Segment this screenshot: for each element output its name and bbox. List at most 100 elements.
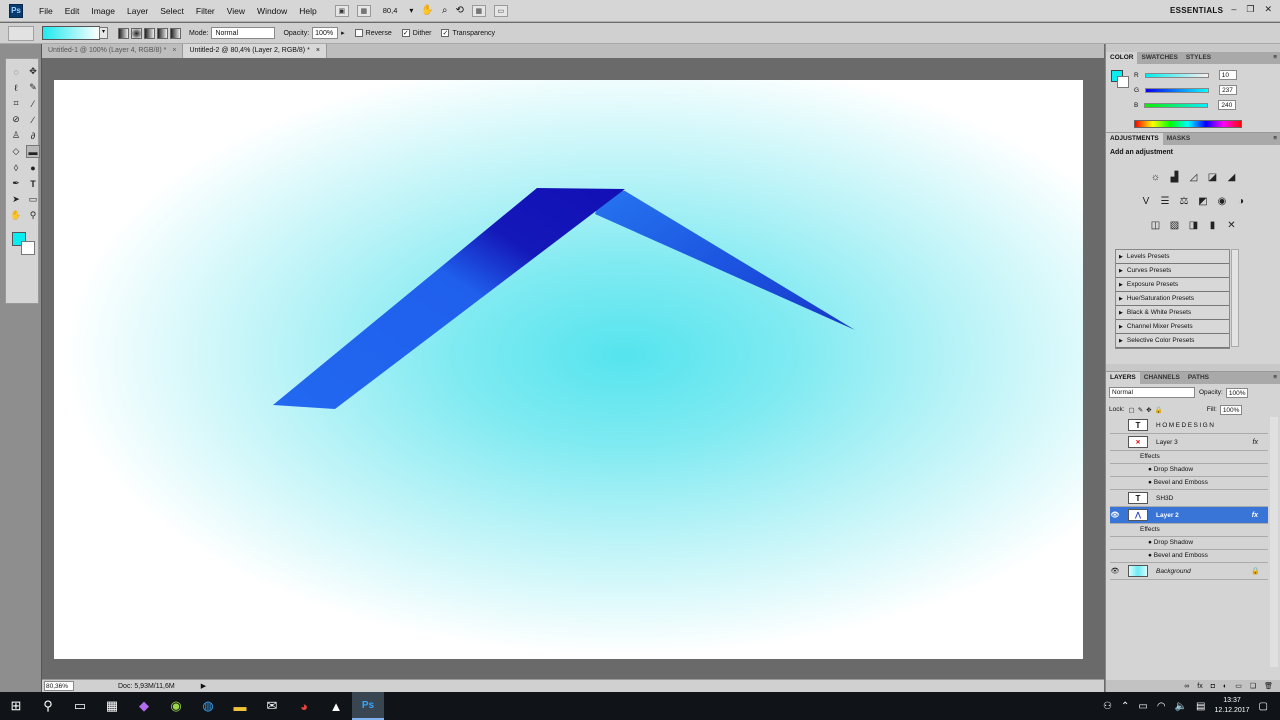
crop-tool-icon[interactable]: ⌗: [9, 97, 23, 110]
linear-gradient-icon[interactable]: [118, 27, 129, 39]
maps-icon[interactable]: ◆: [128, 692, 160, 720]
vibrance-icon[interactable]: V: [1139, 194, 1153, 208]
status-menu-icon[interactable]: ▶: [201, 682, 206, 690]
new-group-icon[interactable]: ▭: [1235, 682, 1242, 690]
transparency-option[interactable]: ✓ Transparency: [441, 29, 495, 37]
fill-input[interactable]: 100%: [1219, 404, 1242, 415]
layer-2[interactable]: 👁 ⋀ Layer 2 fx: [1110, 507, 1268, 524]
add-mask-icon[interactable]: ◘: [1211, 683, 1215, 690]
roof-left-shape[interactable]: [273, 188, 625, 409]
tab-swatches[interactable]: SWATCHES: [1137, 52, 1181, 64]
layer-opacity-input[interactable]: 100%: [1225, 387, 1248, 398]
workspace-switcher[interactable]: ESSENTIALS: [1170, 6, 1223, 15]
preset-scrollbar[interactable]: [1231, 249, 1239, 347]
close-tab-icon[interactable]: ×: [316, 47, 320, 54]
task-view-icon[interactable]: ▭: [64, 692, 96, 720]
battery-icon[interactable]: ▭: [1138, 701, 1147, 712]
chrome-icon[interactable]: ◕: [288, 692, 320, 720]
link-layers-icon[interactable]: ∞: [1184, 683, 1189, 690]
channel-mixer-icon[interactable]: ◑: [1234, 194, 1248, 208]
opacity-arrow-icon[interactable]: ▸: [341, 29, 345, 37]
clock[interactable]: 13:37 12.12.2017: [1215, 696, 1250, 716]
pen-tool-icon[interactable]: ✒: [9, 177, 23, 190]
file-explorer-icon[interactable]: ▬: [224, 692, 256, 720]
shape-tool-icon[interactable]: ▭: [26, 193, 40, 206]
tab-color[interactable]: COLOR: [1106, 52, 1138, 64]
layer-background[interactable]: 👁 Background 🔒: [1110, 563, 1268, 580]
dodge-tool-icon[interactable]: ●: [26, 161, 40, 174]
fx-icon[interactable]: fx: [1252, 512, 1258, 519]
gradient-editor-swatch[interactable]: ▾: [42, 26, 108, 40]
volume-icon[interactable]: 🔈: [1175, 701, 1187, 712]
tab-channels[interactable]: CHANNELS: [1140, 372, 1184, 384]
roof-right-shape[interactable]: [595, 189, 855, 330]
tab-masks[interactable]: MASKS: [1163, 133, 1194, 145]
menu-image[interactable]: Image: [85, 6, 121, 16]
diamond-gradient-icon[interactable]: [170, 27, 181, 39]
visibility-eye-icon[interactable]: 👁: [1110, 511, 1120, 519]
brightness-contrast-icon[interactable]: ☼: [1149, 170, 1163, 184]
tab-untitled-1[interactable]: Untitled-1 @ 100% (Layer 4, RGB/8) * ×: [42, 44, 184, 58]
red-value[interactable]: 10: [1218, 70, 1237, 80]
menu-view[interactable]: View: [221, 6, 251, 16]
effects-group[interactable]: Effects: [1110, 524, 1268, 537]
gradient-dropdown-icon[interactable]: ▾: [99, 27, 108, 39]
mail-icon[interactable]: ✉: [256, 692, 288, 720]
notifications-icon[interactable]: ▢: [1259, 701, 1268, 712]
status-zoom-field[interactable]: 80,36%: [44, 681, 74, 691]
selective-color-icon[interactable]: ✕: [1225, 218, 1239, 232]
preset-black-white[interactable]: ▶ Black & White Presets: [1116, 306, 1229, 320]
reverse-checkbox[interactable]: [354, 29, 363, 37]
gradient-map-icon[interactable]: ▮: [1206, 218, 1220, 232]
delete-layer-icon[interactable]: 🗑: [1264, 682, 1273, 690]
menu-help[interactable]: Help: [293, 6, 322, 16]
quick-select-tool-icon[interactable]: ✎: [26, 81, 40, 94]
gradient-tool-icon[interactable]: ▬: [26, 145, 40, 158]
path-selection-tool-icon[interactable]: ➤: [9, 193, 23, 206]
layers-scrollbar[interactable]: [1270, 417, 1278, 667]
invert-icon[interactable]: ◫: [1149, 218, 1163, 232]
calculator-icon[interactable]: ▦: [96, 692, 128, 720]
visibility-eye-icon[interactable]: 👁: [1110, 567, 1120, 575]
rotate-view-icon[interactable]: ⟲: [455, 5, 463, 16]
zoom-level[interactable]: 80,4: [379, 6, 402, 15]
new-adjustment-icon[interactable]: ◐: [1223, 683, 1227, 690]
photoshop-logo-icon[interactable]: Ps: [9, 3, 23, 18]
menu-window[interactable]: Window: [251, 6, 293, 16]
photoshop-icon[interactable]: Ps: [352, 692, 384, 720]
blue-value[interactable]: 240: [1218, 100, 1237, 110]
effect-bevel-emboss[interactable]: ● Bevel and Emboss: [1110, 477, 1268, 490]
language-icon[interactable]: ▤: [1196, 701, 1205, 712]
tool-preset-picker[interactable]: [8, 25, 34, 41]
tab-adjustments[interactable]: ADJUSTMENTS: [1106, 133, 1163, 145]
type-tool-icon[interactable]: T: [26, 177, 40, 190]
lock-image-icon[interactable]: ✎: [1138, 406, 1143, 414]
posterize-icon[interactable]: ▨: [1168, 218, 1182, 232]
show-hidden-icon[interactable]: ⌃: [1121, 701, 1129, 712]
eyedropper-tool-icon[interactable]: ⁄: [26, 97, 40, 110]
angle-gradient-icon[interactable]: [144, 27, 155, 39]
new-layer-icon[interactable]: ❏: [1250, 682, 1256, 690]
photos-icon[interactable]: ▲: [320, 692, 352, 720]
menu-edit[interactable]: Edit: [59, 6, 86, 16]
exposure-icon[interactable]: ◪: [1206, 170, 1220, 184]
gradient-map-adjust-icon[interactable]: ◢: [1225, 170, 1239, 184]
launch-bridge-icon[interactable]: ▣: [334, 4, 349, 17]
windows-start-icon[interactable]: ⊞: [0, 692, 32, 720]
lock-all-icon[interactable]: 🔒: [1155, 406, 1163, 414]
hand-tool-icon[interactable]: ✋: [421, 5, 433, 16]
dither-checkbox[interactable]: ✓: [401, 29, 410, 37]
view-extras-icon[interactable]: ▦: [356, 4, 371, 17]
layer-sh3d[interactable]: T SH3D: [1110, 490, 1268, 507]
eraser-tool-icon[interactable]: ◇: [9, 145, 23, 158]
threshold-icon[interactable]: ◨: [1187, 218, 1201, 232]
tab-styles[interactable]: STYLES: [1182, 52, 1215, 64]
layer-homedesign[interactable]: T HOMEDESIGN: [1110, 417, 1268, 434]
blur-tool-icon[interactable]: ◊: [9, 161, 23, 174]
color-balance-icon[interactable]: ⚖: [1177, 194, 1191, 208]
browser-icon[interactable]: ◍: [192, 692, 224, 720]
effect-drop-shadow[interactable]: ● Drop Shadow: [1110, 464, 1268, 477]
restore-icon[interactable]: ❐: [1246, 4, 1254, 15]
photo-filter-icon[interactable]: ◉: [1215, 194, 1229, 208]
lasso-tool-icon[interactable]: ℓ: [9, 81, 23, 94]
